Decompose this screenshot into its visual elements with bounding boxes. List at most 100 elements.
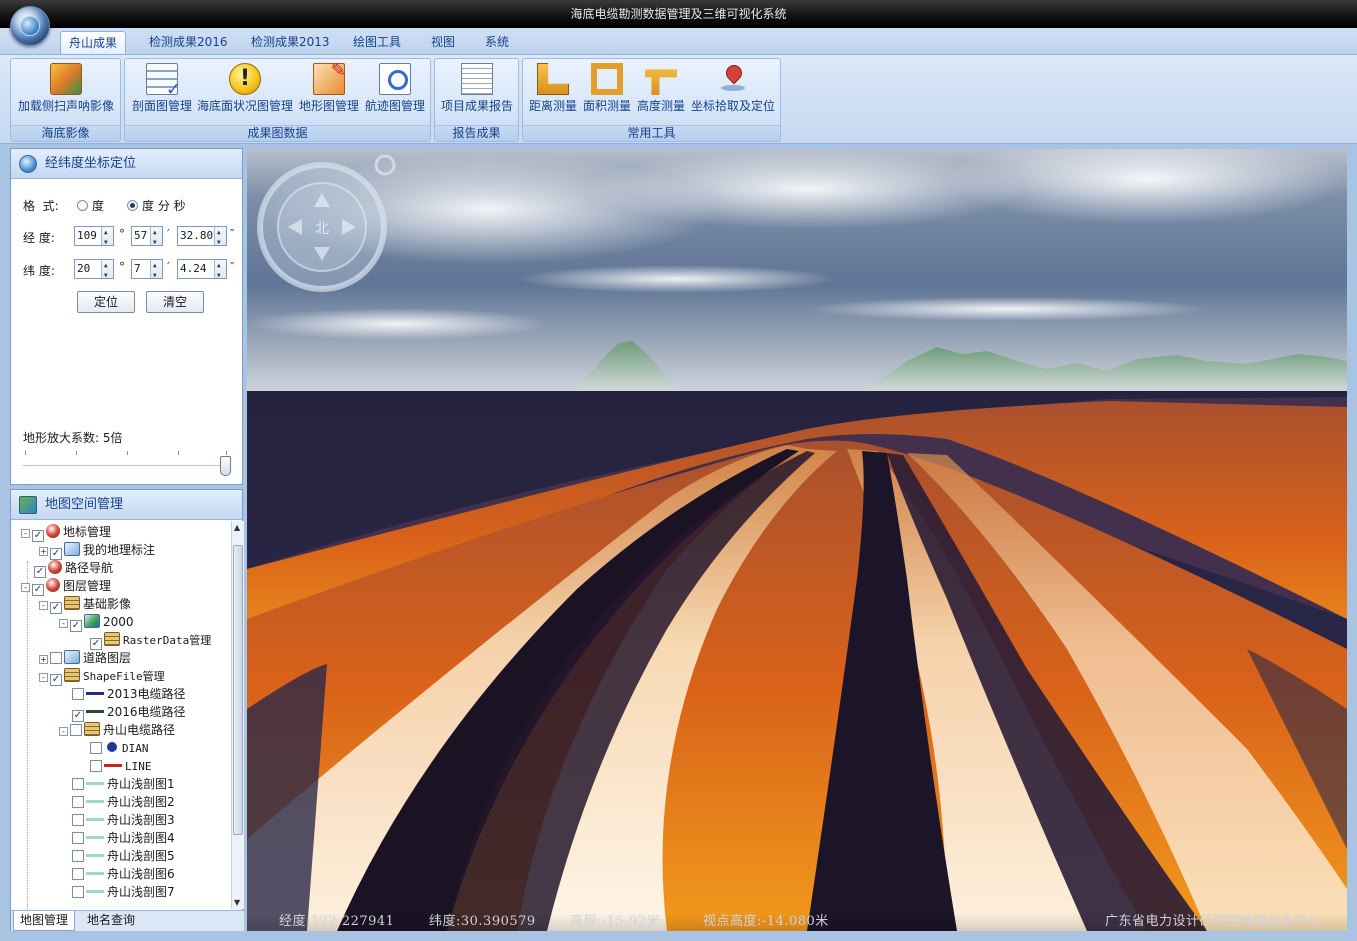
slider-tick — [178, 451, 179, 455]
compass-north-label: 北 — [315, 221, 329, 237]
tab-place-search[interactable]: 地名查询 — [81, 911, 141, 931]
tree-node[interactable]: 舟山浅剖图2 — [59, 793, 175, 811]
layer-checkbox[interactable] — [72, 832, 84, 844]
expand-icon[interactable]: + — [39, 655, 48, 664]
collapse-icon[interactable]: - — [21, 583, 30, 592]
locate-button[interactable]: 定位 — [77, 291, 135, 313]
clear-button[interactable]: 清空 — [146, 291, 204, 313]
tree-node[interactable]: ✓ RasterData管理 — [77, 631, 211, 650]
tab-inspection-2013[interactable]: 检测成果2013 — [243, 31, 338, 54]
project-report-button[interactable]: 项目成果报告 — [439, 63, 515, 121]
spin-arrows-icon[interactable] — [214, 257, 226, 285]
spin-arrows-icon[interactable] — [214, 224, 226, 252]
tree-node[interactable]: 舟山浅剖图6 — [59, 865, 175, 883]
tree-node[interactable]: 舟山浅剖图3 — [59, 811, 175, 829]
area-measure-icon — [591, 63, 623, 95]
collapse-icon[interactable]: - — [59, 727, 68, 736]
longitude-label: 经 度: — [23, 231, 55, 245]
layer-checkbox[interactable] — [50, 652, 62, 664]
tab-map-manage[interactable]: 地图管理 — [13, 911, 76, 931]
navigation-compass[interactable]: 北 — [247, 149, 397, 299]
tree-node[interactable]: - 舟山电缆路径 — [59, 721, 175, 739]
collapse-icon[interactable]: - — [39, 601, 48, 610]
longitude-second-input[interactable]: 32.80 — [177, 224, 227, 252]
tree-node[interactable]: 2013电缆路径 — [59, 685, 186, 703]
coordinate-pick-button[interactable]: 坐标拾取及定位 — [689, 63, 777, 121]
layer-checkbox[interactable] — [72, 850, 84, 862]
area-measure-button[interactable]: 面积测量 — [581, 63, 633, 121]
tree-node[interactable]: - ✓ 图层管理 — [21, 577, 111, 596]
tree-scrollbar[interactable]: ▲ ▼ — [231, 521, 244, 909]
scrollbar-thumb[interactable] — [233, 545, 243, 835]
layer-checkbox[interactable] — [72, 796, 84, 808]
terrain-factor-slider[interactable] — [23, 465, 229, 467]
terrain-map-button[interactable]: 地形图管理 — [297, 60, 361, 121]
format-dms-radio[interactable]: 度 分 秒 — [127, 197, 186, 214]
collapse-icon[interactable]: - — [39, 673, 48, 682]
scroll-up-icon[interactable]: ▲ — [234, 523, 240, 532]
layer-stack-icon — [84, 722, 100, 736]
distance-measure-button[interactable]: 距离测量 — [527, 63, 579, 121]
slider-thumb[interactable] — [220, 456, 231, 476]
tree-node[interactable]: 舟山浅剖图7 — [59, 883, 175, 901]
layer-checkbox[interactable] — [90, 742, 102, 754]
layer-checkbox[interactable] — [72, 886, 84, 898]
tree-node[interactable]: 舟山浅剖图5 — [59, 847, 175, 865]
spin-arrows-icon[interactable] — [101, 224, 113, 252]
tree-node[interactable]: ✓ 2016电缆路径 — [59, 703, 186, 722]
spin-arrows-icon[interactable] — [101, 257, 113, 285]
tab-drawing-tools[interactable]: 绘图工具 — [345, 31, 409, 54]
layer-checkbox[interactable] — [72, 688, 84, 700]
layer-checkbox[interactable] — [72, 868, 84, 880]
latitude-second-input[interactable]: 4.24 — [177, 257, 227, 285]
section-chart-button[interactable]: 剖面图管理 — [129, 63, 195, 121]
tree-node[interactable]: + ✓ 我的地理标注 — [39, 541, 155, 560]
load-sonar-image-button[interactable]: 加载侧扫声呐影像 — [15, 63, 117, 121]
tree-node[interactable]: - ✓ 2000 — [59, 613, 134, 632]
spin-arrows-icon[interactable] — [150, 257, 162, 285]
tree-node[interactable]: - ✓ 基础影像 — [39, 595, 131, 614]
tab-system[interactable]: 系统 — [477, 31, 517, 54]
3d-scene-view[interactable]: 北 经度:122.227941 纬度:30.390579 高程:-15.92米 … — [247, 149, 1347, 931]
seafloor-status-button[interactable]: ! 海底面状况图管理 — [195, 63, 295, 121]
button-label: 加载侧扫声呐影像 — [17, 99, 114, 113]
spin-arrows-icon[interactable] — [150, 224, 162, 252]
tree-node[interactable]: - ✓ ShapeFile管理 — [39, 667, 165, 686]
button-label: 航迹图管理 — [364, 99, 425, 113]
tab-label: 绘图工具 — [353, 35, 402, 49]
collapse-icon[interactable]: - — [59, 619, 68, 628]
collapse-icon[interactable]: - — [21, 529, 30, 538]
layer-checkbox[interactable] — [72, 778, 84, 790]
zoom-handle[interactable] — [374, 154, 396, 176]
scroll-down-icon[interactable]: ▼ — [234, 898, 240, 907]
tree-node-label: LINE — [125, 760, 152, 773]
tree-node[interactable]: + 道路图层 — [39, 649, 131, 667]
tab-view[interactable]: 视图 — [423, 31, 463, 54]
longitude-degree-input[interactable]: 109 — [74, 224, 114, 252]
format-degree-radio[interactable]: 度 — [77, 197, 104, 214]
tab-zhoushan-results[interactable]: 舟山成果 — [60, 31, 127, 54]
expand-icon[interactable]: + — [39, 547, 48, 556]
button-label: 剖面图管理 — [131, 99, 192, 113]
latitude-degree-input[interactable]: 20 — [74, 257, 114, 285]
layer-checkbox[interactable] — [72, 814, 84, 826]
layer-checkbox[interactable] — [90, 760, 102, 772]
tree-node[interactable]: ✓ 路径导航 — [21, 559, 113, 578]
layer-checkbox[interactable] — [70, 724, 82, 736]
tree-node-label: 舟山电缆路径 — [103, 723, 176, 737]
tab-inspection-2016[interactable]: 检测成果2016 — [141, 31, 236, 54]
layer-stack-icon — [64, 668, 80, 682]
tree-guide-line — [27, 561, 28, 909]
latitude-minute-input[interactable]: 7 — [131, 257, 163, 285]
tree-node[interactable]: 舟山浅剖图1 — [59, 775, 175, 793]
tree-node[interactable]: LINE — [77, 757, 152, 775]
track-map-button[interactable]: 航迹图管理 — [362, 63, 428, 121]
application-menu-button[interactable] — [10, 6, 50, 46]
tree-node[interactable]: 舟山浅剖图4 — [59, 829, 175, 847]
longitude-minute-input[interactable]: 57 — [131, 224, 163, 252]
height-measure-button[interactable]: 高度测量 — [635, 63, 687, 121]
height-measure-icon — [645, 69, 677, 95]
tree-node-label: 舟山浅剖图5 — [107, 849, 175, 863]
tree-node[interactable]: DIAN — [77, 739, 149, 757]
tree-node[interactable]: - ✓ 地标管理 — [21, 523, 111, 542]
